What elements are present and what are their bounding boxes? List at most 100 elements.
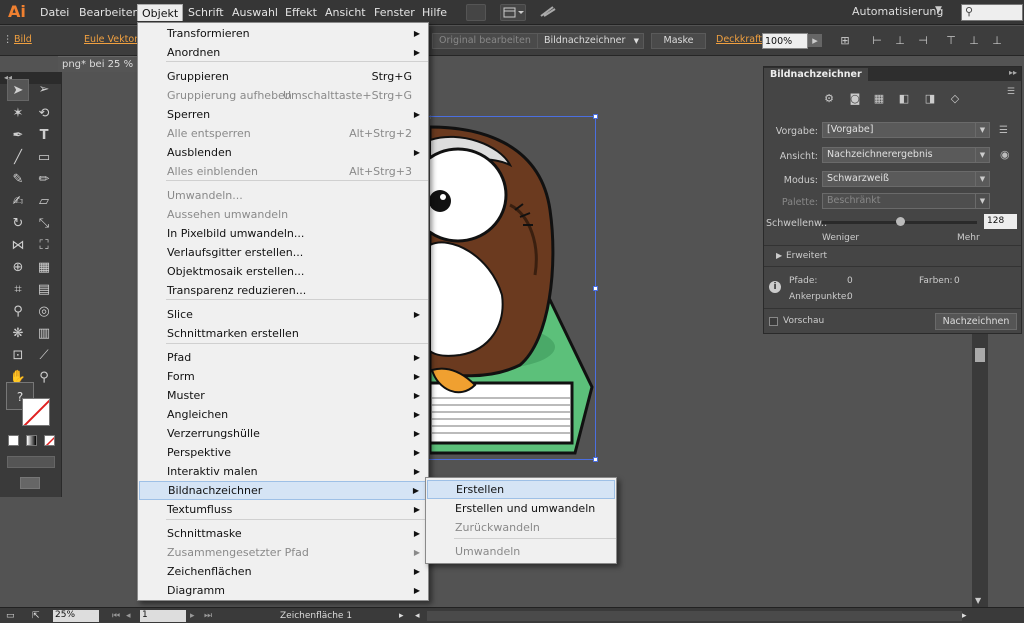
menu-bearbeiten[interactable]: Bearbeiten: [75, 4, 143, 21]
first-page-icon[interactable]: ⏮: [112, 610, 120, 622]
menu-item-schnittmarken-erstellen[interactable]: Schnittmarken erstellen: [139, 324, 428, 343]
pencil-tool-icon[interactable]: ✏: [33, 169, 55, 191]
preview-checkbox[interactable]: [769, 317, 778, 326]
disclosure-triangle-icon[interactable]: ▶: [776, 251, 782, 260]
menu-item-perspektive[interactable]: Perspektive ▶: [139, 443, 428, 462]
slider-knob[interactable]: [895, 217, 905, 226]
align-center-icon[interactable]: ⊥: [893, 34, 907, 47]
menu-datei[interactable]: Datei: [36, 4, 73, 21]
auto-color-icon[interactable]: ⚙: [822, 92, 836, 106]
menu-item-verzerrungshülle[interactable]: Verzerrungshülle ▶: [139, 424, 428, 443]
bridge-icon[interactable]: [466, 4, 486, 21]
horizontal-scrollbar[interactable]: [427, 611, 962, 621]
selection-tool-icon[interactable]: ➤: [7, 79, 29, 101]
menu-item-objektmosaik-erstellen[interactable]: Objektmosaik erstellen...: [139, 262, 428, 281]
scrollbar-thumb[interactable]: [975, 348, 985, 362]
menu-ansicht[interactable]: Ansicht: [321, 4, 370, 21]
rectangle-tool-icon[interactable]: ▭: [33, 147, 55, 169]
type-tool-icon[interactable]: T: [33, 125, 55, 147]
menu-item-diagramm[interactable]: Diagramm ▶: [139, 581, 428, 600]
panel-header[interactable]: Bildnachzeichner ▸▸: [764, 67, 1021, 82]
menu-item-pfad[interactable]: Pfad ▶: [139, 348, 428, 367]
align-bottom-icon[interactable]: ⊥: [990, 34, 1004, 47]
trace-button[interactable]: Nachzeichnen: [935, 313, 1017, 330]
submenu-item-erstellen[interactable]: Erstellen: [427, 480, 615, 499]
menu-objekt[interactable]: Objekt: [137, 4, 184, 21]
threshold-input[interactable]: 128: [984, 214, 1017, 229]
object-type-link[interactable]: Bild: [14, 34, 32, 45]
menu-item-schnittmaske[interactable]: Schnittmaske ▶: [139, 524, 428, 543]
menu-hilfe[interactable]: Hilfe: [418, 4, 451, 21]
advanced-toggle[interactable]: Erweitert: [786, 251, 827, 261]
chevron-down-icon[interactable]: ▾: [91, 610, 96, 622]
submenu-item-erstellen-und-umwandeln[interactable]: Erstellen und umwandeln: [427, 499, 615, 518]
menu-item-bildnachzeichner[interactable]: Bildnachzeichner ▶: [139, 481, 428, 500]
width-tool-icon[interactable]: ⋈: [7, 235, 29, 257]
scroll-down-icon[interactable]: ▼: [975, 596, 981, 605]
menu-item-transparenz-reduzieren[interactable]: Transparenz reduzieren...: [139, 281, 428, 300]
outline-icon[interactable]: ◇: [948, 92, 962, 106]
menu-item-in-pixelbild-umwandeln[interactable]: In Pixelbild umwandeln...: [139, 224, 428, 243]
document-tab[interactable]: png* bei 25 % (R: [58, 56, 138, 86]
line-tool-icon[interactable]: ╱: [7, 147, 29, 169]
vertical-scrollbar[interactable]: ▼: [972, 334, 988, 607]
sync-icon[interactable]: [538, 4, 558, 21]
screen-mode-icon[interactable]: [20, 477, 40, 489]
draw-mode-icon[interactable]: [7, 456, 55, 468]
selection-handle[interactable]: [593, 114, 598, 119]
preset-select[interactable]: [Vorgabe] ▼: [822, 122, 990, 138]
page-input[interactable]: 1: [140, 610, 186, 622]
opacity-arrow-icon[interactable]: ▸: [808, 34, 822, 47]
menu-schrift[interactable]: Schrift: [184, 4, 228, 21]
high-color-icon[interactable]: ◙: [848, 92, 862, 106]
menu-effekt[interactable]: Effekt: [281, 4, 321, 21]
opacity-input[interactable]: 100%: [762, 33, 808, 49]
shape-builder-tool-icon[interactable]: ⊕: [7, 257, 29, 279]
menu-item-sperren[interactable]: Sperren ▶: [139, 105, 428, 124]
stroke-swatch[interactable]: [22, 398, 50, 426]
menu-fenster[interactable]: Fenster: [370, 4, 419, 21]
view-select[interactable]: Nachzeichnerergebnis ▼: [822, 147, 990, 163]
chevron-down-icon[interactable]: ▼: [975, 123, 989, 137]
workspace-switcher[interactable]: Automatisierung: [852, 5, 943, 18]
pen-tool-icon[interactable]: ✒: [7, 125, 29, 147]
menu-item-gruppieren[interactable]: Gruppieren Strg+G: [139, 67, 428, 86]
grayscale-icon[interactable]: ◧: [897, 92, 911, 106]
status-icon[interactable]: ▭: [6, 610, 15, 622]
graph-tool-icon[interactable]: ▥: [33, 323, 55, 345]
menu-auswahl[interactable]: Auswahl: [228, 4, 282, 21]
mesh-tool-icon[interactable]: ⌗: [7, 279, 29, 301]
chevron-down-icon[interactable]: ▼: [975, 148, 989, 162]
eye-icon[interactable]: ◉: [1000, 148, 1010, 161]
menu-item-textumfluss[interactable]: Textumfluss ▶: [139, 500, 428, 519]
align-top-icon[interactable]: ⊤: [944, 34, 958, 47]
free-transform-tool-icon[interactable]: ⛶: [33, 235, 55, 257]
last-page-icon[interactable]: ⏭: [204, 610, 212, 622]
align-right-icon[interactable]: ⊣: [916, 34, 930, 47]
search-input[interactable]: ⚲: [961, 4, 1023, 21]
color-mode-icon[interactable]: [8, 435, 19, 446]
artboard-tool-icon[interactable]: ⊡: [7, 345, 29, 367]
threshold-slider[interactable]: [822, 217, 977, 226]
chevron-down-icon[interactable]: ▼: [975, 172, 989, 186]
menu-item-angleichen[interactable]: Angleichen ▶: [139, 405, 428, 424]
eraser-tool-icon[interactable]: ▱: [33, 191, 55, 213]
low-color-icon[interactable]: ▦: [872, 92, 886, 106]
previous-page-icon[interactable]: ◂: [126, 610, 131, 622]
panel-collapse-icon[interactable]: ▸▸: [1009, 68, 1017, 77]
zoom-tool-icon[interactable]: ⚲: [33, 367, 55, 389]
gradient-tool-icon[interactable]: ▤: [33, 279, 55, 301]
magic-wand-tool-icon[interactable]: ✶: [7, 103, 29, 125]
mask-button[interactable]: Maske: [651, 33, 706, 49]
menu-item-zeichenflächen[interactable]: Zeichenflächen ▶: [139, 562, 428, 581]
selection-handle[interactable]: [593, 286, 598, 291]
blob-brush-tool-icon[interactable]: ✍: [7, 191, 29, 213]
none-mode-icon[interactable]: [44, 435, 55, 446]
preset-list-icon[interactable]: ☰: [999, 125, 1008, 136]
scroll-right-icon[interactable]: ▸: [962, 610, 967, 622]
scroll-left-icon[interactable]: ◂: [415, 610, 420, 622]
menu-item-muster[interactable]: Muster ▶: [139, 386, 428, 405]
chevron-down-icon[interactable]: ▼: [935, 5, 942, 15]
align-middle-icon[interactable]: ⊥: [967, 34, 981, 47]
rotate-tool-icon[interactable]: ↻: [7, 213, 29, 235]
